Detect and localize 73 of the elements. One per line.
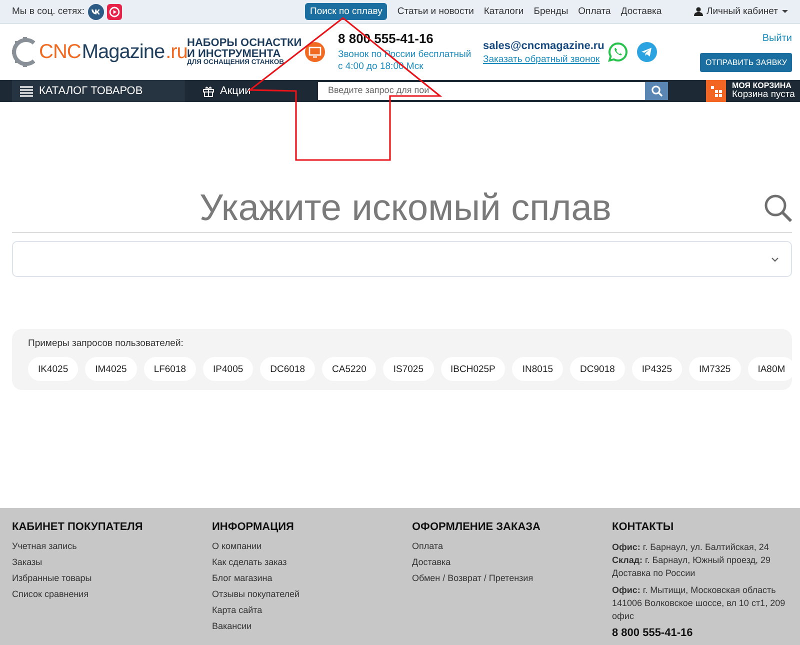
footer-link[interactable]: Заказы bbox=[12, 557, 42, 567]
callback-link[interactable]: Заказать обратный звонок bbox=[483, 54, 608, 64]
footer-link[interactable]: Карта сайта bbox=[212, 605, 262, 615]
footer-heading: ИНФОРМАЦИЯ bbox=[212, 521, 295, 533]
example-chip[interactable]: CA5220 bbox=[322, 357, 376, 381]
example-chip[interactable]: IM4025 bbox=[85, 357, 137, 381]
address-text: Офис: г. Мытищи, Московская область 141006 Волковское шоссе, вл 10 ст1, 209 офис bbox=[612, 584, 786, 624]
example-chip[interactable]: IS7025 bbox=[383, 357, 434, 381]
example-chip[interactable]: IP4325 bbox=[632, 357, 682, 381]
search-field[interactable]: Введите запрос для пои bbox=[318, 82, 645, 100]
promo-text: И ИНСТРУМЕНТА bbox=[187, 48, 281, 60]
nav-link[interactable]: Поиск по сплаву bbox=[305, 3, 388, 20]
telegram-icon[interactable] bbox=[637, 42, 657, 62]
catalog-label[interactable]: КАТАЛОГ ТОВАРОВ bbox=[39, 85, 143, 97]
logo-text: Magazine bbox=[82, 40, 165, 64]
search-button[interactable] bbox=[645, 82, 668, 100]
user-icon bbox=[694, 7, 703, 16]
search-icon[interactable] bbox=[764, 194, 792, 222]
example-chip[interactable]: DC9018 bbox=[570, 357, 625, 381]
cart-title: МОЯ КОРЗИНА bbox=[732, 82, 792, 90]
monitor-icon bbox=[304, 42, 325, 62]
phone-number[interactable]: 8 800 555-41-16 bbox=[338, 30, 483, 46]
gear-icon bbox=[12, 37, 38, 67]
example-chip[interactable]: IBCH025P bbox=[440, 357, 506, 381]
vk-icon[interactable] bbox=[88, 4, 104, 20]
phone-number[interactable]: 8 800 555-41-16 bbox=[612, 627, 800, 640]
example-chip[interactable]: DC6018 bbox=[260, 357, 316, 381]
footer-link[interactable]: Доставка bbox=[412, 557, 451, 567]
caret-icon bbox=[782, 10, 788, 14]
example-chip[interactable]: LF6018 bbox=[144, 357, 196, 381]
nav-link[interactable]: Бренды bbox=[534, 4, 568, 19]
gift-icon bbox=[203, 86, 214, 96]
chevron-icon bbox=[771, 256, 779, 262]
logo-text: CNC bbox=[39, 40, 81, 64]
search-icon bbox=[650, 85, 662, 97]
catalog-menu[interactable]: КАТАЛОГ ТОВАРОВ bbox=[12, 80, 185, 102]
logo-text: .ru bbox=[166, 40, 188, 62]
footer-link[interactable]: Отзывы покупателей bbox=[212, 589, 300, 599]
footer-heading: КОНТАКТЫ bbox=[612, 521, 675, 533]
nav-link[interactable]: Доставка bbox=[620, 4, 662, 19]
nav-link[interactable]: Статьи и новости bbox=[397, 4, 474, 19]
footer-heading: КАБИНЕТ ПОКУПАТЕЛЯ bbox=[12, 521, 144, 533]
nav-link[interactable]: Каталоги bbox=[484, 4, 524, 19]
whatsapp-icon[interactable] bbox=[608, 42, 628, 62]
promo-text: НАБОРЫ ОСНАСТКИ bbox=[187, 38, 302, 49]
footer-link[interactable]: Учетная запись bbox=[12, 541, 77, 551]
address-text: Офис: г. Барнаул, ул. Балтийская, 24 Склад: г. Барнаул, Южный проезд, 29 Доставка по России bbox=[612, 541, 772, 580]
promotions-link[interactable]: Акции bbox=[220, 85, 251, 97]
footer-link[interactable]: О компании bbox=[212, 541, 262, 551]
email-link[interactable]: sales@cncmagazine.ru bbox=[483, 40, 608, 52]
logout-link[interactable]: Выйти bbox=[762, 32, 792, 44]
footer-link[interactable]: Вакансии bbox=[212, 621, 252, 631]
footer-link[interactable]: Обмен / Возврат / Претензия bbox=[412, 573, 534, 583]
cart-status: Корзина пуста bbox=[732, 90, 795, 100]
example-chip[interactable]: IM7325 bbox=[689, 357, 741, 381]
request-button[interactable]: ОТПРАВИТЬ ЗАЯВКУ bbox=[700, 52, 792, 72]
page-heading: Укажите искомый сплав bbox=[198, 187, 612, 229]
footer-link[interactable]: Блог магазина bbox=[212, 573, 272, 583]
social-label: Мы в соц. сетях: bbox=[12, 6, 85, 17]
footer-link[interactable]: Избранные товары bbox=[12, 573, 92, 583]
account-link[interactable]: Личный кабинет bbox=[706, 6, 778, 17]
nav-link[interactable]: Оплата bbox=[578, 4, 611, 19]
footer-link[interactable]: Список сравнения bbox=[12, 589, 89, 599]
examples-label: Примеры запросов пользователей: bbox=[28, 338, 184, 349]
cart-icon[interactable] bbox=[706, 80, 726, 102]
play-icon[interactable] bbox=[106, 4, 122, 20]
footer-link[interactable]: Как сделать заказ bbox=[212, 557, 287, 567]
menu-icon bbox=[20, 86, 33, 96]
example-chip[interactable]: IK4025 bbox=[28, 357, 78, 381]
footer-heading: ОФОРМЛЕНИЕ ЗАКАЗА bbox=[412, 521, 542, 533]
example-chip[interactable]: IP4005 bbox=[203, 357, 254, 381]
footer-link[interactable]: Оплата bbox=[412, 541, 443, 551]
example-chip[interactable]: IN8015 bbox=[512, 357, 564, 381]
